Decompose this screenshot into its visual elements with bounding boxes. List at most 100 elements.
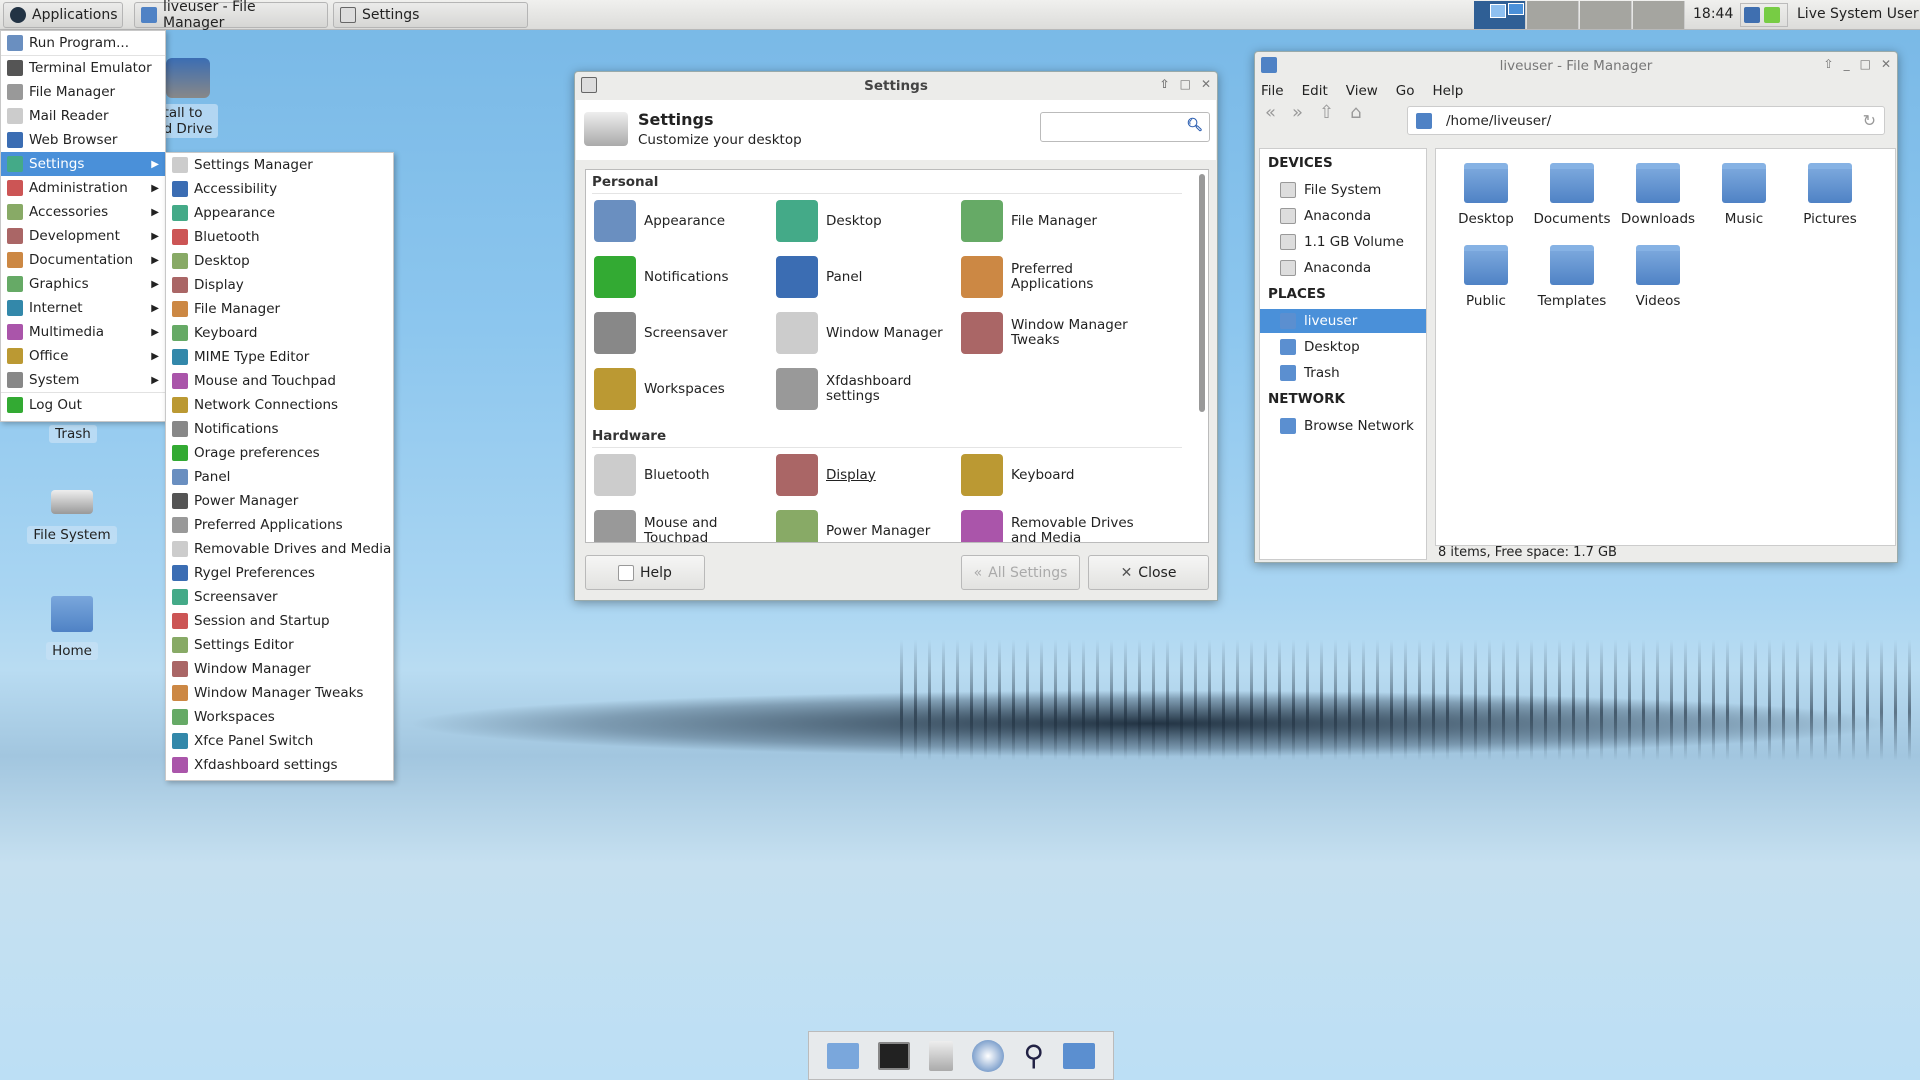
desktop-trash[interactable]: Trash <box>28 425 118 443</box>
settings-item-window-manager[interactable]: Window Manager <box>776 312 956 354</box>
menu-view[interactable]: View <box>1346 83 1378 99</box>
menu-item-system[interactable]: System ▶ <box>1 368 165 392</box>
all-settings-button[interactable]: « All Settings <box>961 555 1080 590</box>
settings-item-appearance[interactable]: Appearance <box>594 200 774 242</box>
terminal-icon[interactable] <box>877 1041 910 1070</box>
submenu-item-mouse-and-touchpad[interactable]: Mouse and Touchpad <box>166 369 393 393</box>
settings-item-file-manager[interactable]: File Manager <box>961 200 1141 242</box>
home-folder-icon[interactable] <box>826 1042 859 1069</box>
minimize-button[interactable]: _ <box>1844 57 1850 71</box>
close-window-button[interactable]: ✕ <box>1201 77 1211 91</box>
menu-item-settings[interactable]: Settings ▶ <box>1 152 165 176</box>
settings-item-removable-drives-and-media[interactable]: Removable Drives and Media <box>961 510 1141 542</box>
menu-file[interactable]: File <box>1261 83 1284 99</box>
menu-item-web-browser[interactable]: Web Browser <box>1 128 165 152</box>
sidebar-item-liveuser[interactable]: liveuser <box>1260 309 1426 333</box>
folder-music[interactable]: Music <box>1694 163 1794 227</box>
menu-item-log-out[interactable]: Log Out <box>1 393 165 417</box>
submenu-item-power-manager[interactable]: Power Manager <box>166 489 393 513</box>
submenu-item-file-manager[interactable]: File Manager <box>166 297 393 321</box>
submenu-item-desktop[interactable]: Desktop <box>166 249 393 273</box>
forward-icon[interactable]: » <box>1292 102 1303 123</box>
applications-menu-button[interactable]: Applications <box>3 2 123 28</box>
settings-item-keyboard[interactable]: Keyboard <box>961 454 1141 496</box>
folder-documents[interactable]: Documents <box>1522 163 1622 227</box>
menu-item-multimedia[interactable]: Multimedia ▶ <box>1 320 165 344</box>
submenu-item-keyboard[interactable]: Keyboard <box>166 321 393 345</box>
menu-item-internet[interactable]: Internet ▶ <box>1 296 165 320</box>
settings-item-bluetooth[interactable]: Bluetooth <box>594 454 774 496</box>
menu-edit[interactable]: Edit <box>1302 83 1328 99</box>
submenu-item-panel[interactable]: Panel <box>166 465 393 489</box>
desktop-home[interactable]: Home <box>27 596 117 660</box>
submenu-item-display[interactable]: Display <box>166 273 393 297</box>
up-icon[interactable]: ⇧ <box>1319 102 1334 123</box>
sidebar-item-desktop[interactable]: Desktop <box>1260 335 1426 359</box>
scrollbar[interactable] <box>1199 174 1205 412</box>
submenu-item-preferred-applications[interactable]: Preferred Applications <box>166 513 393 537</box>
close-window-button[interactable]: ✕ <box>1881 57 1891 71</box>
folder-downloads[interactable]: Downloads <box>1608 163 1708 227</box>
maximize-button[interactable]: □ <box>1180 77 1191 91</box>
reload-icon[interactable]: ↻ <box>1863 111 1876 130</box>
submenu-item-settings-manager[interactable]: Settings Manager <box>166 153 393 177</box>
menu-item-graphics[interactable]: Graphics ▶ <box>1 272 165 296</box>
menu-item-administration[interactable]: Administration ▶ <box>1 176 165 200</box>
menu-item-development[interactable]: Development ▶ <box>1 224 165 248</box>
folder-desktop[interactable]: Desktop <box>1436 163 1536 227</box>
workspace-3[interactable] <box>1580 1 1632 29</box>
menu-item-terminal-emulator[interactable]: Terminal Emulator <box>1 56 165 80</box>
workspace-2[interactable] <box>1527 1 1579 29</box>
menu-item-mail-reader[interactable]: Mail Reader <box>1 104 165 128</box>
submenu-item-screensaver[interactable]: Screensaver <box>166 585 393 609</box>
submenu-item-workspaces[interactable]: Workspaces <box>166 705 393 729</box>
close-button[interactable]: ✕ Close <box>1088 555 1209 590</box>
folder-pictures[interactable]: Pictures <box>1780 163 1880 227</box>
settings-item-screensaver[interactable]: Screensaver <box>594 312 774 354</box>
settings-titlebar[interactable]: Settings ⇧ □ ✕ <box>575 72 1217 100</box>
menu-item-accessories[interactable]: Accessories ▶ <box>1 200 165 224</box>
battery-icon[interactable] <box>1764 7 1780 23</box>
sidebar-item-trash[interactable]: Trash <box>1260 361 1426 385</box>
folder-public[interactable]: Public <box>1436 245 1536 309</box>
menu-item-documentation[interactable]: Documentation ▶ <box>1 248 165 272</box>
folder-icon[interactable] <box>1063 1042 1096 1069</box>
shade-button[interactable]: ⇧ <box>1824 57 1834 71</box>
submenu-item-bluetooth[interactable]: Bluetooth <box>166 225 393 249</box>
folder-videos[interactable]: Videos <box>1608 245 1708 309</box>
location-bar[interactable]: /home/liveuser/ ↻ <box>1407 106 1885 135</box>
settings-item-panel[interactable]: Panel <box>776 256 956 298</box>
submenu-item-window-manager-tweaks[interactable]: Window Manager Tweaks <box>166 681 393 705</box>
workspace-4[interactable] <box>1633 1 1685 29</box>
submenu-item-orage-preferences[interactable]: Orage preferences <box>166 441 393 465</box>
submenu-item-accessibility[interactable]: Accessibility <box>166 177 393 201</box>
search-icon[interactable]: ⚲ <box>1024 1039 1045 1072</box>
menu-item-office[interactable]: Office ▶ <box>1 344 165 368</box>
network-icon[interactable] <box>1744 7 1760 23</box>
settings-search-input[interactable]: 🔍︎ <box>1040 112 1210 142</box>
settings-item-mouse-and-touchpad[interactable]: Mouse and Touchpad <box>594 510 774 542</box>
back-icon[interactable]: « <box>1265 102 1276 123</box>
file-manager-titlebar[interactable]: liveuser - File Manager ⇧ _ □ ✕ <box>1255 52 1897 80</box>
folder-templates[interactable]: Templates <box>1522 245 1622 309</box>
settings-item-notifications[interactable]: Notifications <box>594 256 774 298</box>
submenu-item-window-manager[interactable]: Window Manager <box>166 657 393 681</box>
settings-item-power-manager[interactable]: Power Manager <box>776 510 956 542</box>
menu-item-run-program[interactable]: Run Program... <box>1 31 165 55</box>
home-icon[interactable]: ⌂ <box>1350 102 1361 123</box>
sidebar-item-1-1-gb-volume[interactable]: 1.1 GB Volume <box>1260 230 1426 254</box>
task-settings[interactable]: Settings <box>333 2 528 28</box>
sidebar-item-anaconda[interactable]: Anaconda <box>1260 204 1426 228</box>
help-button[interactable]: Help <box>585 555 705 590</box>
settings-item-desktop[interactable]: Desktop <box>776 200 956 242</box>
submenu-item-removable-drives-and-media[interactable]: Removable Drives and Media <box>166 537 393 561</box>
sidebar-item-browse-network[interactable]: Browse Network <box>1260 414 1426 438</box>
submenu-item-appearance[interactable]: Appearance <box>166 201 393 225</box>
submenu-item-xfce-panel-switch[interactable]: Xfce Panel Switch <box>166 729 393 753</box>
shade-button[interactable]: ⇧ <box>1160 77 1170 91</box>
submenu-item-settings-editor[interactable]: Settings Editor <box>166 633 393 657</box>
settings-item-workspaces[interactable]: Workspaces <box>594 368 774 410</box>
sidebar-item-anaconda[interactable]: Anaconda <box>1260 256 1426 280</box>
desktop-file-system[interactable]: File System <box>27 490 117 544</box>
clock[interactable]: 18:44 <box>1693 6 1733 22</box>
